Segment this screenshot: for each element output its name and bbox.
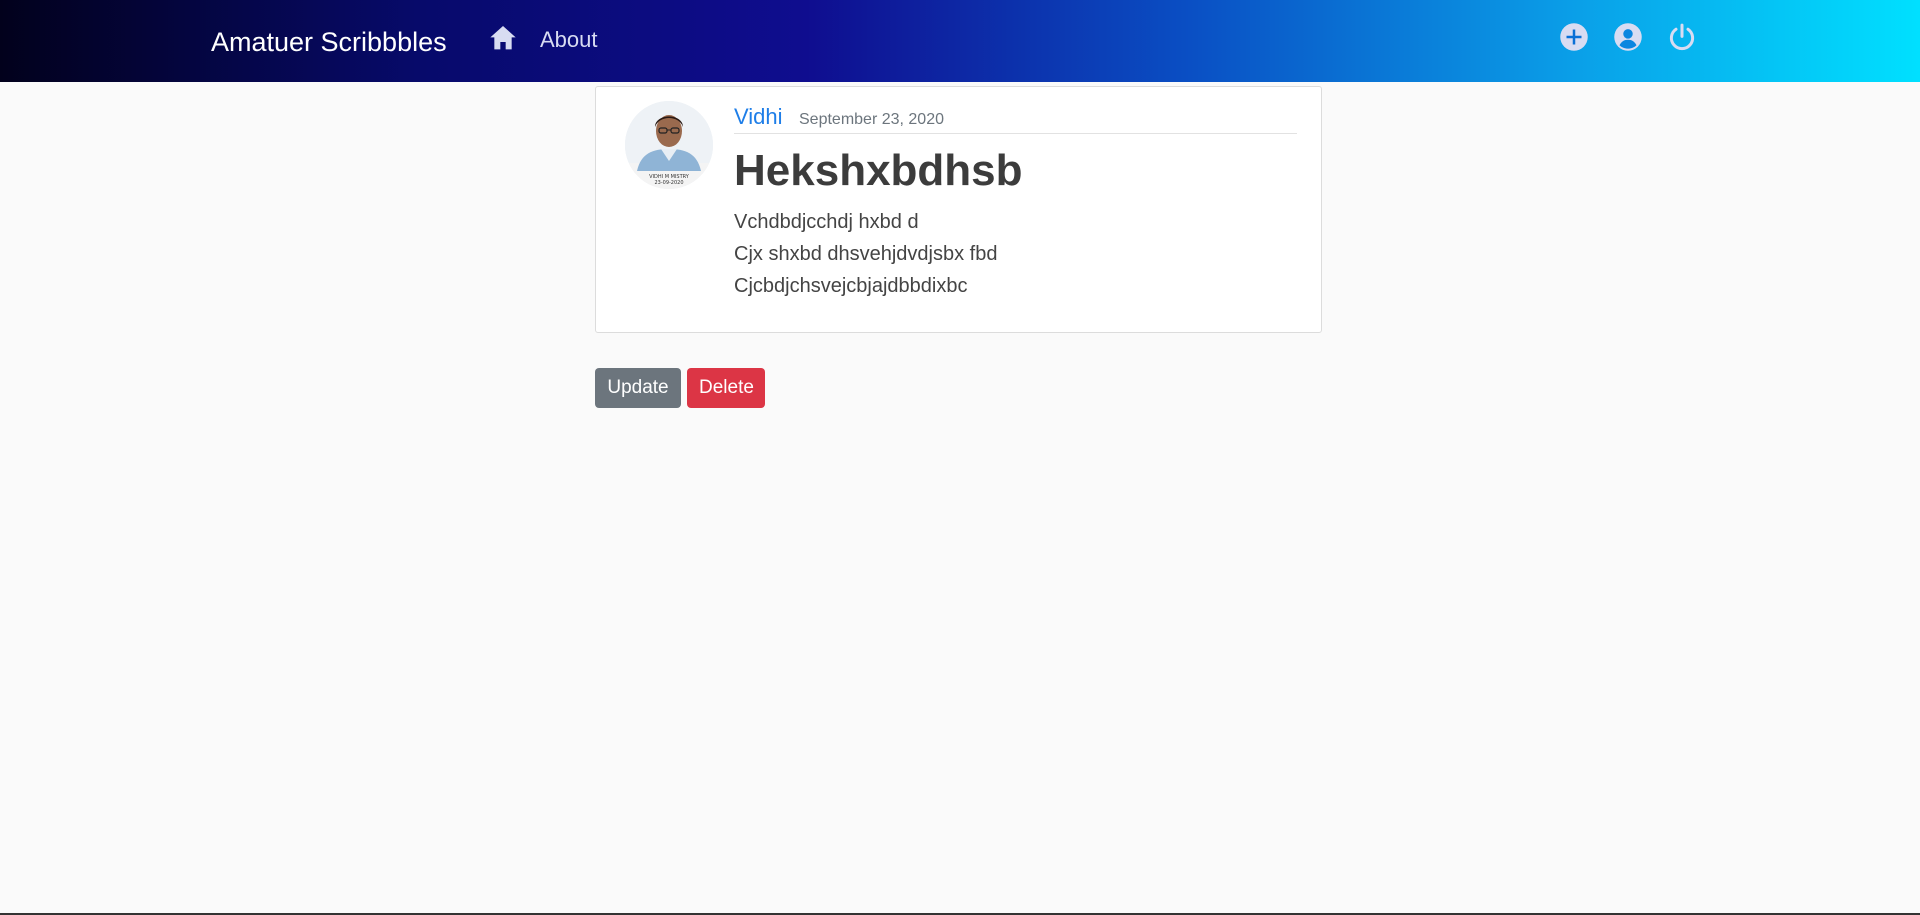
post-body: Vchdbdjcchdj hxbd d Cjx shxbd dhsvehjdvd… — [734, 206, 997, 302]
author-link[interactable]: Vidhi — [734, 103, 783, 131]
post-date: September 23, 2020 — [799, 111, 944, 128]
post-body-line: Vchdbdjcchdj hxbd d — [734, 211, 919, 233]
avatar-caption-date: 23-09-2020 — [654, 180, 684, 186]
add-circle-icon[interactable] — [1559, 22, 1589, 52]
post-title: Hekshxbdhsb — [734, 146, 1023, 195]
delete-button[interactable]: Delete — [687, 368, 765, 408]
post-card: VIDHI M MISTRY 23-09-2020 Vidhi Septembe… — [595, 86, 1322, 333]
top-navbar: Amatuer Scribbbles About — [0, 0, 1920, 82]
post-meta: Vidhi September 23, 2020 — [734, 103, 1297, 134]
brand-logo-text[interactable]: Amatuer Scribbbles — [211, 22, 447, 62]
post-body-line: Cjx shxbd dhsvehjdvdjsbx fbd — [734, 243, 998, 265]
author-avatar: VIDHI M MISTRY 23-09-2020 — [625, 101, 713, 189]
home-icon[interactable] — [487, 22, 519, 54]
update-button[interactable]: Update — [595, 368, 681, 408]
power-icon[interactable] — [1667, 22, 1697, 52]
nav-about-link[interactable]: About — [540, 22, 598, 58]
account-circle-icon[interactable] — [1613, 22, 1643, 52]
post-body-line: Cjcbdjchsvejcbjajdbbdixbc — [734, 275, 968, 297]
